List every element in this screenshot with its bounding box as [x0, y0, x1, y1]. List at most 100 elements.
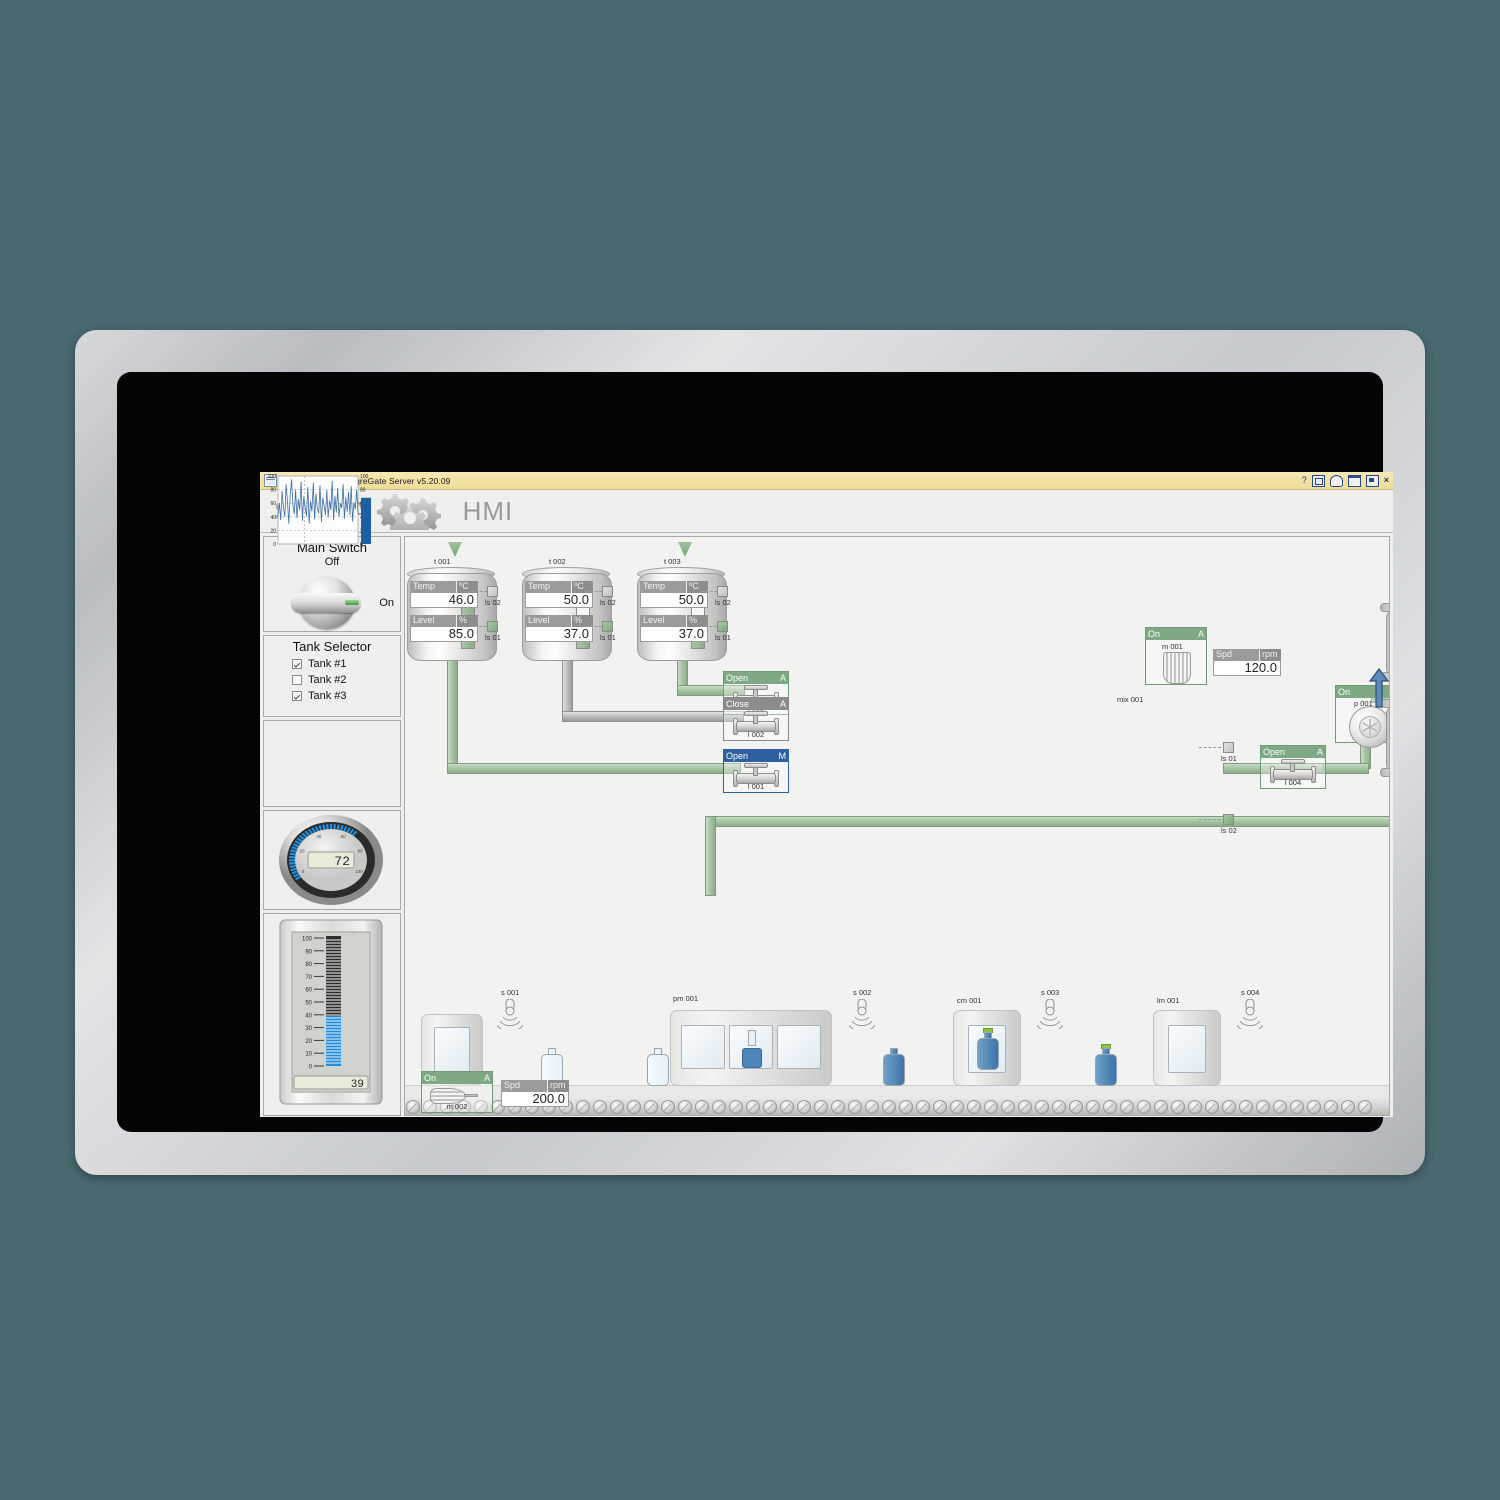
readout-t003-temp: Temp ºC 50.0 — [640, 581, 708, 608]
readout-t002-temp: Temp ºC 50.0 — [525, 581, 593, 608]
machine-pm001[interactable] — [670, 1010, 832, 1086]
roller — [746, 1100, 760, 1114]
valve-l002[interactable]: Close A l 002 — [723, 697, 789, 741]
heater-h001[interactable] — [1380, 699, 1389, 777]
sensor-t002-ls01 — [602, 621, 613, 632]
roller — [933, 1100, 947, 1114]
pipe-bottom-main — [705, 816, 1389, 827]
valve-l004-mode: A — [1316, 747, 1323, 757]
link-t003-lo — [701, 626, 717, 627]
sensor-s002[interactable] — [848, 998, 876, 1032]
machine-window — [434, 1027, 470, 1073]
link-t001-hi — [471, 591, 487, 592]
value-t003-temp: 50.0 — [640, 593, 708, 608]
svg-text:100: 100 — [355, 869, 363, 874]
sidebar: Main Switch Off On Tank Selector Tank #1… — [263, 474, 401, 1116]
roller — [1171, 1100, 1185, 1114]
link-t002-lo — [586, 626, 602, 627]
svg-text:50: 50 — [305, 1001, 312, 1007]
roller — [1018, 1100, 1032, 1114]
valve-l001-state: Open — [726, 751, 749, 761]
roller — [1069, 1100, 1083, 1114]
round-gauge: 02040 6080100 72 — [279, 815, 383, 905]
sensor-s001[interactable] — [496, 998, 524, 1032]
pipe-t001-down — [447, 649, 458, 773]
link-t003-hi — [701, 591, 717, 592]
roller — [1358, 1100, 1372, 1114]
roller — [1256, 1100, 1270, 1114]
roller — [1188, 1100, 1202, 1114]
thermometer: 1009080706050403020100 39 — [279, 919, 383, 1105]
roller — [916, 1100, 930, 1114]
pm001-window-1 — [681, 1025, 725, 1069]
screen: Main Screen 1 - AggreGate Server v5.20.0… — [260, 472, 1393, 1117]
motor-m001-mode: A — [1197, 629, 1204, 639]
valve-l002-mode: A — [779, 699, 786, 709]
roller — [1290, 1100, 1304, 1114]
sensor-t002-ls02 — [602, 586, 613, 597]
tag-t001-ls02: ls 02 — [485, 598, 501, 607]
svg-text:80: 80 — [357, 849, 363, 854]
hx-cap-bottom — [1380, 768, 1389, 777]
tag-lm001: lm 001 — [1157, 996, 1180, 1005]
tag-s004: s 004 — [1241, 988, 1260, 997]
motor-m001[interactable]: On A m 001 — [1145, 627, 1207, 685]
svg-text:80: 80 — [360, 488, 366, 494]
roller — [1086, 1100, 1100, 1114]
sensor-t003-ls01 — [717, 621, 728, 632]
motor-m002[interactable]: On A m 002 — [421, 1071, 493, 1113]
readout-m002-spd: Spd rpm 200.0 — [501, 1080, 569, 1107]
link-t002-hi — [586, 591, 602, 592]
roller — [1137, 1100, 1151, 1114]
svg-text:60: 60 — [270, 501, 276, 507]
roller — [695, 1100, 709, 1114]
tag-t002-ls02: ls 02 — [600, 598, 616, 607]
machine-cm001[interactable] — [953, 1010, 1021, 1086]
roller — [1035, 1100, 1049, 1114]
machine-lm001[interactable] — [1153, 1010, 1221, 1086]
readout-m001-spd: Spd rpm 120.0 — [1213, 649, 1281, 676]
roller — [1239, 1100, 1253, 1114]
link-t001-lo — [471, 626, 487, 627]
svg-text:40: 40 — [316, 834, 322, 839]
svg-text:20: 20 — [300, 849, 306, 854]
roller — [763, 1100, 777, 1114]
svg-text:40: 40 — [270, 515, 276, 521]
value-t002-level: 37.0 — [525, 627, 593, 642]
monitor-bezel: Main Screen 1 - AggreGate Server v5.20.0… — [117, 372, 1393, 1132]
sensor-s003[interactable] — [1036, 998, 1064, 1032]
readout-t002-level: Level % 37.0 — [525, 615, 593, 642]
sensor-t001-ls02 — [487, 586, 498, 597]
trend-chart-panel: 002020404060608080100100 — [263, 474, 401, 807]
roller — [848, 1100, 862, 1114]
round-gauge-panel: 0 20 40 60 80 100 72 — [263, 810, 401, 910]
funnel-t003 — [448, 542, 462, 557]
svg-text:30: 30 — [305, 1026, 312, 1032]
roller — [1341, 1100, 1355, 1114]
pipe-t002-horiz — [562, 711, 744, 722]
sensor-s004[interactable] — [1236, 998, 1264, 1032]
valve-l001-tag: l 001 — [747, 782, 765, 791]
roller — [1307, 1100, 1321, 1114]
bottle-empty-2 — [647, 1044, 669, 1086]
tag-t001: t 001 — [434, 557, 451, 566]
tag-mix-ls01: ls 01 — [1221, 754, 1237, 763]
value-t003-level: 37.0 — [640, 627, 708, 642]
valve-l004[interactable]: Open A l 004 — [1260, 745, 1326, 789]
roller — [950, 1100, 964, 1114]
roller — [627, 1100, 641, 1114]
roller — [661, 1100, 675, 1114]
bottle-capped-1 — [1095, 1044, 1117, 1086]
valve-l001[interactable]: Open M l 001 — [723, 749, 789, 793]
roller — [729, 1100, 743, 1114]
pm001-window-2 — [729, 1025, 773, 1069]
svg-text:0: 0 — [273, 542, 276, 548]
valve-l003-state: Open — [726, 673, 749, 683]
roller — [797, 1100, 811, 1114]
svg-text:100: 100 — [360, 474, 369, 480]
bottle-filled-1 — [883, 1044, 905, 1086]
sensor-mix-ls01 — [1223, 742, 1234, 753]
value-m002-spd: 200.0 — [501, 1092, 569, 1107]
value-t002-temp: 50.0 — [525, 593, 593, 608]
pm001-window-3 — [777, 1025, 821, 1069]
